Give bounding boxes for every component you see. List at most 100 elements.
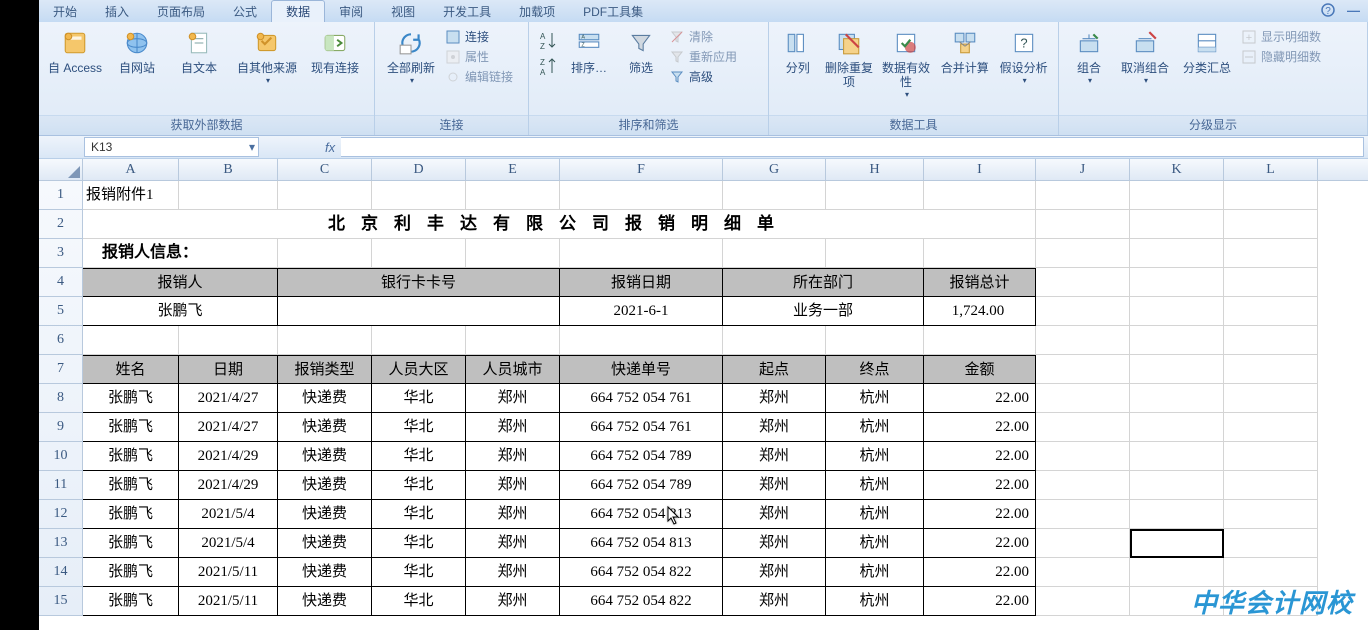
cell[interactable]: 郑州 xyxy=(466,587,560,616)
cell[interactable]: 22.00 xyxy=(924,529,1036,558)
cell[interactable]: 22.00 xyxy=(924,384,1036,413)
cell[interactable]: 张鹏飞 xyxy=(83,297,278,326)
cell[interactable] xyxy=(1130,268,1224,297)
cell[interactable] xyxy=(924,326,1036,355)
tab-addins[interactable]: 加载项 xyxy=(505,1,569,22)
cell[interactable] xyxy=(723,239,826,268)
minimize-ribbon-icon[interactable]: — xyxy=(1347,3,1360,20)
cell[interactable] xyxy=(826,239,924,268)
cell[interactable]: 2021/4/29 xyxy=(179,442,278,471)
row-header-12[interactable]: 12 xyxy=(39,500,83,529)
name-box[interactable]: K13▾ xyxy=(84,137,259,157)
cell[interactable]: 华北 xyxy=(372,500,466,529)
row-header-10[interactable]: 10 xyxy=(39,442,83,471)
cell[interactable] xyxy=(1130,181,1224,210)
cell[interactable]: 张鹏飞 xyxy=(83,558,179,587)
cell[interactable] xyxy=(1036,239,1130,268)
row-header-2[interactable]: 2 xyxy=(39,210,83,239)
cell[interactable]: 22.00 xyxy=(924,471,1036,500)
cell[interactable]: 郑州 xyxy=(723,471,826,500)
cell[interactable]: 快递费 xyxy=(278,529,372,558)
cell[interactable] xyxy=(723,326,826,355)
from-web-button[interactable]: 自网站 xyxy=(109,25,165,76)
row-header-8[interactable]: 8 xyxy=(39,384,83,413)
cell[interactable]: 22.00 xyxy=(924,500,1036,529)
from-text-button[interactable]: 自文本 xyxy=(171,25,227,76)
cell[interactable] xyxy=(1130,558,1224,587)
cell[interactable] xyxy=(1130,210,1224,239)
col-header-F[interactable]: F xyxy=(560,159,723,180)
subtotal-button[interactable]: 分类汇总 xyxy=(1179,25,1235,76)
cell[interactable]: 664 752 054 813 xyxy=(560,529,723,558)
cell[interactable] xyxy=(372,326,466,355)
cell[interactable] xyxy=(924,239,1036,268)
cell[interactable] xyxy=(1036,297,1130,326)
cell[interactable] xyxy=(1130,326,1224,355)
col-header-G[interactable]: G xyxy=(723,159,826,180)
col-header-E[interactable]: E xyxy=(466,159,560,180)
reapply-button[interactable]: 重新应用 xyxy=(669,48,737,65)
cell[interactable] xyxy=(1224,326,1318,355)
text-to-columns-button[interactable]: 分列 xyxy=(777,25,819,76)
row-header-1[interactable]: 1 xyxy=(39,181,83,210)
row-header-6[interactable]: 6 xyxy=(39,326,83,355)
cell[interactable] xyxy=(1224,529,1318,558)
cell[interactable] xyxy=(1130,471,1224,500)
cell[interactable]: 报销类型 xyxy=(278,355,372,384)
data-validation-button[interactable]: 数据有效性▾ xyxy=(880,25,933,99)
fx-icon[interactable]: fx xyxy=(325,140,335,155)
cell[interactable]: 张鹏飞 xyxy=(83,384,179,413)
cell[interactable] xyxy=(1130,500,1224,529)
from-access-button[interactable]: 自 Access xyxy=(47,25,103,76)
cell[interactable]: 郑州 xyxy=(466,442,560,471)
cell[interactable] xyxy=(83,326,179,355)
consolidate-button[interactable]: 合并计算 xyxy=(938,25,991,76)
cell[interactable]: 终点 xyxy=(826,355,924,384)
cell[interactable]: 2021/5/11 xyxy=(179,558,278,587)
cell[interactable]: 华北 xyxy=(372,558,466,587)
cell-grid[interactable]: 报销附件1北京利丰达有限公司报销明细单 报销人信息：报销人银行卡卡号报销日期所在… xyxy=(83,181,1368,616)
cell[interactable]: 郑州 xyxy=(723,587,826,616)
row-header-4[interactable]: 4 xyxy=(39,268,83,297)
cell[interactable] xyxy=(1036,471,1130,500)
cell[interactable]: 2021/5/4 xyxy=(179,500,278,529)
cell[interactable]: 银行卡卡号 xyxy=(278,268,560,297)
cell[interactable]: 张鹏飞 xyxy=(83,413,179,442)
cell[interactable] xyxy=(1130,355,1224,384)
cell[interactable]: 郑州 xyxy=(466,413,560,442)
cell[interactable]: 杭州 xyxy=(826,413,924,442)
cell[interactable]: 快递费 xyxy=(278,500,372,529)
cell[interactable] xyxy=(1224,355,1318,384)
cell[interactable]: 664 752 054 813 xyxy=(560,500,723,529)
cell[interactable]: 664 752 054 789 xyxy=(560,442,723,471)
cell[interactable] xyxy=(1036,529,1130,558)
col-header-D[interactable]: D xyxy=(372,159,466,180)
col-header-B[interactable]: B xyxy=(179,159,278,180)
connections-button[interactable]: 连接 xyxy=(445,28,513,45)
column-headers[interactable]: ABCDEFGHIJKL xyxy=(83,159,1368,181)
cell[interactable]: 快递费 xyxy=(278,471,372,500)
cell[interactable]: 日期 xyxy=(179,355,278,384)
cell[interactable]: 报销附件1 xyxy=(83,181,179,210)
cell[interactable]: 郑州 xyxy=(723,413,826,442)
whatif-button[interactable]: ?假设分析▾ xyxy=(997,25,1050,85)
col-header-I[interactable]: I xyxy=(924,159,1036,180)
cell[interactable] xyxy=(1036,442,1130,471)
cell[interactable]: 张鹏飞 xyxy=(83,529,179,558)
remove-duplicates-button[interactable]: 删除重复项 xyxy=(825,25,874,90)
cell[interactable] xyxy=(1130,442,1224,471)
cell[interactable]: 所在部门 xyxy=(723,268,924,297)
cell[interactable]: 金额 xyxy=(924,355,1036,384)
cell[interactable]: 华北 xyxy=(372,471,466,500)
ungroup-button[interactable]: 取消组合▾ xyxy=(1117,25,1173,85)
clear-filter-button[interactable]: 清除 xyxy=(669,28,737,45)
cell[interactable] xyxy=(1224,442,1318,471)
cell[interactable] xyxy=(1130,529,1224,558)
select-all-corner[interactable] xyxy=(39,159,83,181)
cell[interactable]: 664 752 054 761 xyxy=(560,384,723,413)
cell[interactable] xyxy=(1224,587,1318,616)
existing-conn-button[interactable]: 现有连接 xyxy=(307,25,363,76)
cell[interactable]: 张鹏飞 xyxy=(83,587,179,616)
cell[interactable]: 华北 xyxy=(372,384,466,413)
cell[interactable] xyxy=(1036,210,1130,239)
